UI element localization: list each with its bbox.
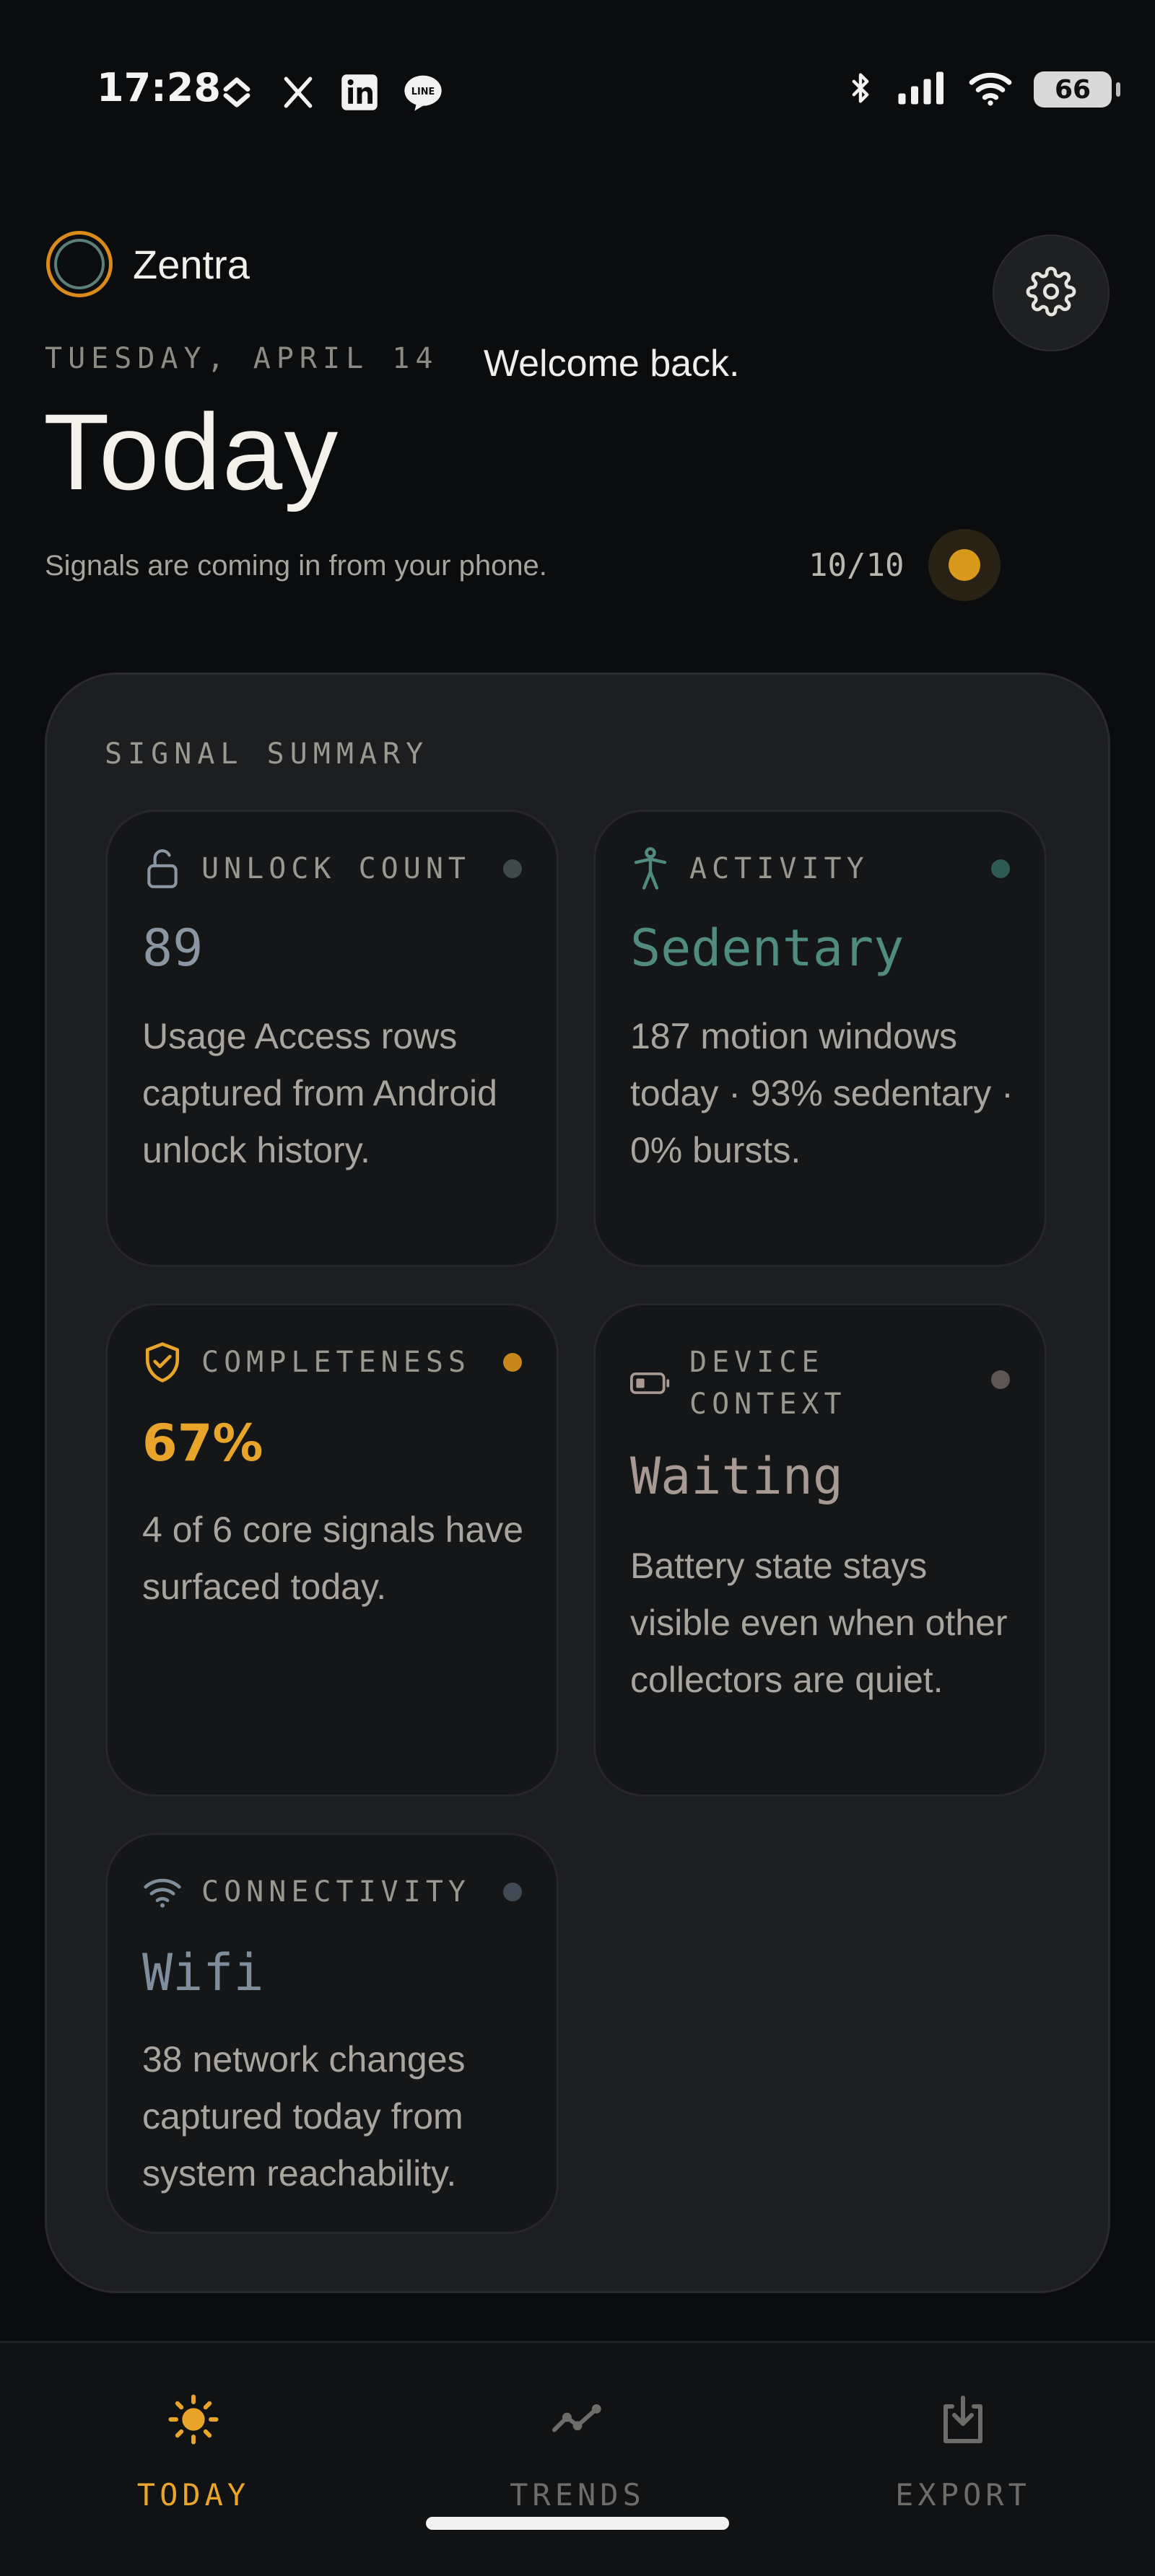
current-date: TUESDAY, APRIL 14 <box>45 342 439 375</box>
card-label: COMPLETENESS <box>201 1346 471 1379</box>
completeness-value: 67% <box>142 1414 263 1473</box>
connectivity-card[interactable]: CONNECTIVITY Wifi 38 network changes cap… <box>105 1833 559 2234</box>
wifi-icon <box>142 1872 183 1912</box>
shield-check-icon <box>142 1342 183 1383</box>
status-dot <box>991 859 1010 878</box>
card-label: DEVICE <box>689 1346 824 1379</box>
page-subtitle: Signals are coming in from your phone. <box>45 550 547 582</box>
card-label: ACTIVITY <box>689 852 869 885</box>
signal-summary-label: SIGNAL SUMMARY <box>105 737 430 771</box>
card-description: Usage Access rows captured from Android … <box>142 1016 497 1170</box>
app-logo <box>46 231 113 297</box>
export-download-icon <box>939 2393 987 2448</box>
x-logo-icon <box>278 72 318 113</box>
status-dot <box>503 1883 522 1901</box>
tab-label: TODAY <box>136 2477 250 2513</box>
person-activity-icon <box>630 847 671 890</box>
signal-status-dot <box>928 529 1001 601</box>
card-description: Battery state stays visible even when ot… <box>630 1546 1008 1700</box>
cellular-signal-icon <box>897 69 947 110</box>
card-label: CONTEXT <box>689 1388 847 1421</box>
unlock-count-card[interactable]: UNLOCK COUNT 89 Usage Access rows captur… <box>105 810 559 1267</box>
trend-line-icon <box>550 2393 605 2448</box>
linkedin-icon <box>339 72 380 113</box>
card-label: CONNECTIVITY <box>201 1875 471 1909</box>
status-dot <box>991 1370 1010 1389</box>
status-time: 17:28 <box>97 65 221 110</box>
line-app-icon: LINE <box>403 72 443 113</box>
sun-icon <box>167 2393 219 2448</box>
settings-button[interactable] <box>993 235 1110 351</box>
activity-value: Sedentary <box>630 919 905 978</box>
wifi-icon <box>967 69 1014 110</box>
tab-export[interactable]: EXPORT <box>855 2393 1071 2513</box>
battery-low-icon <box>630 1363 671 1403</box>
status-dot <box>503 1353 522 1372</box>
today-screen: 17:28 LINE 66 Zentra TUESDAY, APRIL 14 W… <box>0 0 1155 2576</box>
page-title: Today <box>43 391 340 512</box>
tab-today[interactable]: TODAY <box>85 2393 302 2513</box>
welcome-message: Welcome back. <box>484 343 740 385</box>
app-brand: Zentra <box>46 231 250 297</box>
battery-level: 66 <box>1054 74 1091 105</box>
battery-icon: 66 <box>1034 71 1120 108</box>
device-context-value: Waiting <box>630 1447 844 1506</box>
activity-card[interactable]: ACTIVITY Sedentary 187 motion windows to… <box>593 810 1047 1267</box>
bluetooth-icon <box>845 69 876 110</box>
svg-text:LINE: LINE <box>411 87 435 97</box>
unlock-count-value: 89 <box>142 919 204 978</box>
connectivity-value: Wifi <box>142 1943 264 2002</box>
device-context-card[interactable]: DEVICE CONTEXT Waiting Battery state sta… <box>593 1303 1047 1797</box>
status-right-icons: 66 <box>845 69 1120 110</box>
app-name: Zentra <box>133 241 250 287</box>
card-description: 187 motion windows today · 93% sedentary… <box>630 1016 1014 1170</box>
chevrons-icon <box>217 72 257 113</box>
card-description: 4 of 6 core signals have surfaced today. <box>142 1510 524 1607</box>
tab-trends[interactable]: TRENDS <box>469 2393 686 2513</box>
status-bar: 17:28 LINE 66 <box>0 0 1155 144</box>
card-label: UNLOCK COUNT <box>201 852 471 885</box>
unlock-icon <box>142 849 183 889</box>
status-dot <box>503 859 522 878</box>
tab-label: TRENDS <box>510 2477 645 2513</box>
signal-score: 10/10 <box>808 547 905 584</box>
completeness-card[interactable]: COMPLETENESS 67% 4 of 6 core signals hav… <box>105 1303 559 1797</box>
card-description: 38 network changes captured today from s… <box>142 2039 466 2194</box>
tab-label: EXPORT <box>895 2477 1031 2513</box>
home-indicator[interactable] <box>426 2517 729 2530</box>
bottom-navigation: TODAY TRENDS EXPORT <box>0 2341 1155 2576</box>
gear-icon <box>1026 266 1076 320</box>
